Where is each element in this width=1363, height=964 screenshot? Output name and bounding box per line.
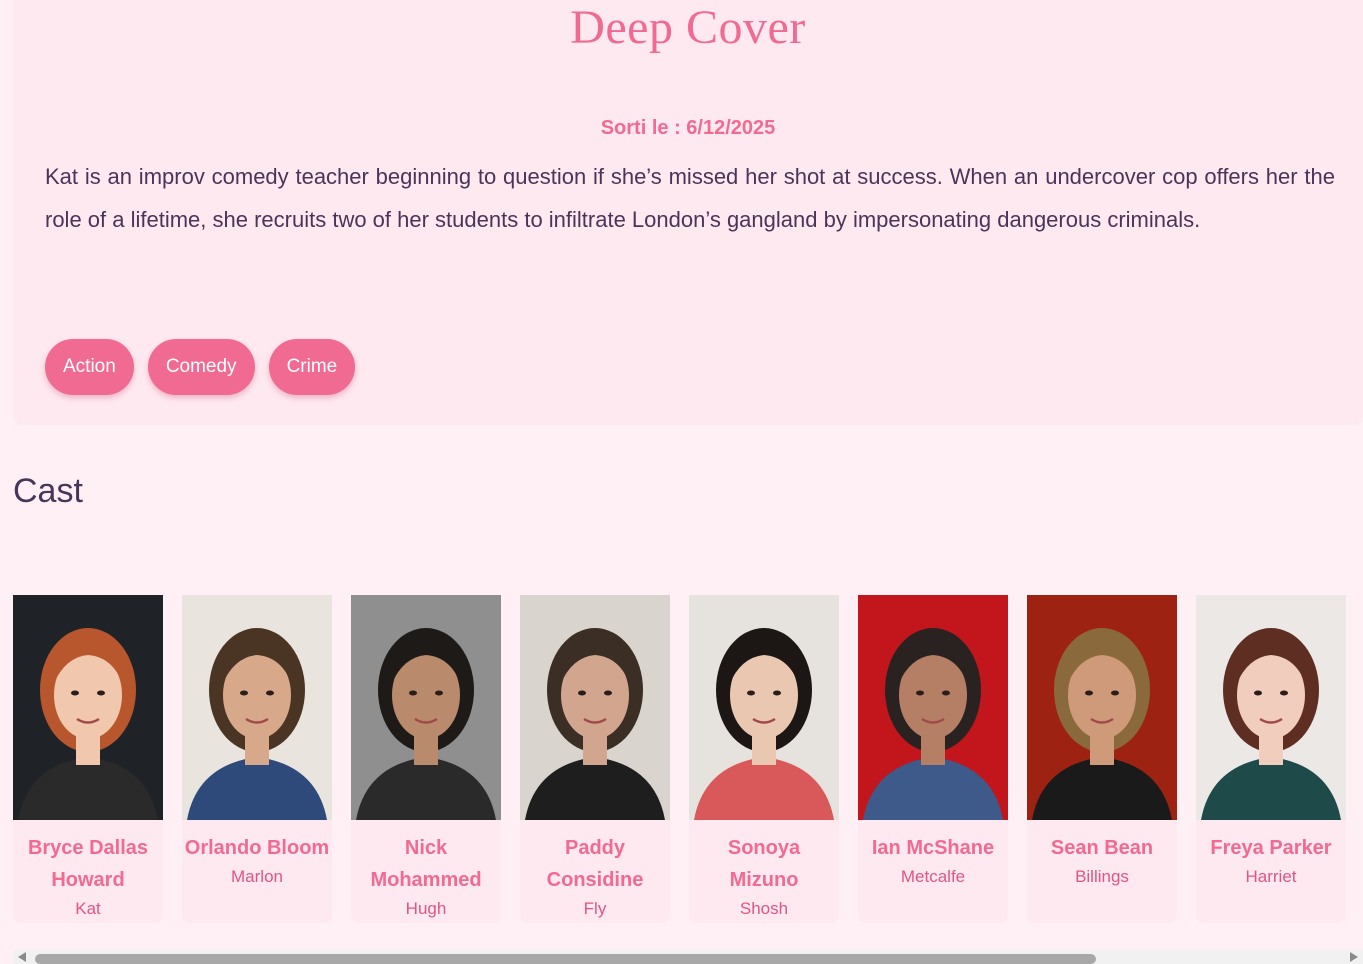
cast-card[interactable]: Freya Parker Harriet bbox=[1196, 595, 1346, 923]
portrait-image bbox=[1027, 595, 1177, 820]
portrait-image bbox=[182, 595, 332, 820]
actor-photo bbox=[1196, 595, 1346, 820]
character-name: Marlon bbox=[231, 867, 283, 886]
character-name: Kat bbox=[75, 899, 101, 918]
actor-photo bbox=[351, 595, 501, 820]
portrait-image bbox=[858, 595, 1008, 820]
portrait-image bbox=[13, 595, 163, 820]
cast-card[interactable]: Paddy Considine Fly bbox=[520, 595, 670, 923]
scrollbar-thumb[interactable] bbox=[35, 954, 1096, 964]
portrait-image bbox=[689, 595, 839, 820]
movie-overview: Kat is an improv comedy teacher beginnin… bbox=[45, 164, 1335, 232]
actor-photo bbox=[689, 595, 839, 820]
actor-name: Bryce Dallas Howard bbox=[27, 837, 149, 891]
genre-list: Action Comedy Crime bbox=[45, 339, 356, 395]
actor-name: Orlando Bloom bbox=[184, 837, 330, 859]
actor-name: Nick Mohammed bbox=[370, 837, 482, 891]
character-name: Fly bbox=[583, 899, 607, 918]
cast-card[interactable]: Nick Mohammed Hugh bbox=[351, 595, 501, 923]
cast-card[interactable]: Sonoya Mizuno Shosh bbox=[689, 595, 839, 923]
cast-card[interactable]: Orlando Bloom Marlon bbox=[182, 595, 332, 923]
movie-detail-card: Deep Cover Sorti le : 6/12/2025 Kat is a… bbox=[13, 0, 1363, 425]
actor-name: Ian McShane bbox=[871, 837, 995, 859]
actor-photo bbox=[858, 595, 1008, 820]
actor-name: Sonoya Mizuno bbox=[727, 837, 801, 891]
scroll-right-arrow-icon[interactable] bbox=[1350, 952, 1358, 962]
character-name: Harriet bbox=[1245, 867, 1297, 886]
actor-photo bbox=[520, 595, 670, 820]
scroll-left-arrow-icon[interactable] bbox=[18, 952, 26, 962]
character-name: Metcalfe bbox=[900, 867, 966, 886]
portrait-image bbox=[1196, 595, 1346, 820]
actor-name: Freya Parker bbox=[1210, 837, 1332, 859]
cast-card[interactable]: Sean Bean Billings bbox=[1027, 595, 1177, 923]
movie-title: Deep Cover bbox=[570, 1, 806, 54]
release-date: Sorti le : 6/12/2025 bbox=[600, 117, 776, 139]
genre-tag-action[interactable]: Action bbox=[45, 339, 134, 395]
portrait-image bbox=[351, 595, 501, 820]
cast-carousel[interactable]: Bryce Dallas Howard Kat Orlando Bloom Ma… bbox=[13, 595, 1346, 923]
actor-photo bbox=[1027, 595, 1177, 820]
horizontal-scrollbar[interactable] bbox=[13, 950, 1363, 964]
movie-detail-page: Deep Cover Sorti le : 6/12/2025 Kat is a… bbox=[0, 0, 1363, 964]
cast-card[interactable]: Bryce Dallas Howard Kat bbox=[13, 595, 163, 923]
actor-name: Sean Bean bbox=[1050, 837, 1154, 859]
actor-photo bbox=[13, 595, 163, 820]
portrait-image bbox=[520, 595, 670, 820]
cast-card[interactable]: Ian McShane Metcalfe bbox=[858, 595, 1008, 923]
genre-tag-comedy[interactable]: Comedy bbox=[147, 339, 255, 395]
character-name: Shosh bbox=[739, 899, 789, 918]
character-name: Billings bbox=[1075, 867, 1129, 886]
character-name: Hugh bbox=[405, 899, 447, 918]
genre-tag-crime[interactable]: Crime bbox=[268, 339, 356, 395]
actor-photo bbox=[182, 595, 332, 820]
actor-name: Paddy Considine bbox=[546, 837, 644, 891]
cast-heading: Cast bbox=[13, 472, 83, 510]
